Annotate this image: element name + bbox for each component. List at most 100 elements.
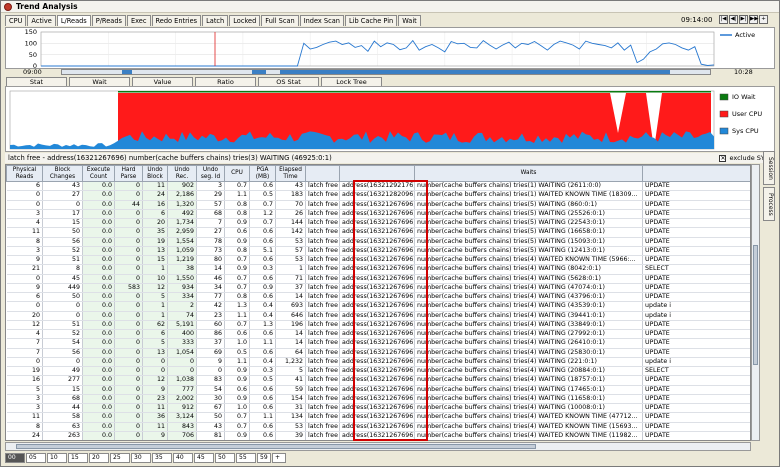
table-row[interactable]: 11 58 0.0 0 36 3,124 50 0.7 1.1 134 latch free addr…: [6, 412, 750, 423]
table-row[interactable]: 0520.002117851.30.54latch freeaddress(16…: [7, 441, 752, 442]
pager-minute-40[interactable]: 40: [173, 453, 193, 463]
column-header-undo-rec-[interactable]: Undo Rec.: [167, 165, 197, 182]
tab-value[interactable]: Value: [132, 77, 193, 86]
table-cell: 16: [6, 375, 43, 386]
table-cell: 11: [142, 422, 168, 432]
pager-minute-55[interactable]: 55: [236, 453, 256, 463]
table-row[interactable]: 11 50 0.0 0 35 2,959 27 0.6 0.6 142 latch free addr…: [6, 227, 750, 238]
column-header-waits[interactable]: Waits: [414, 165, 643, 182]
tab-locked[interactable]: Locked: [229, 15, 261, 26]
pager-minute-10[interactable]: 10: [47, 453, 67, 463]
pager-minute-45[interactable]: 45: [194, 453, 214, 463]
table-row[interactable]: 20 0 0.0 0 1 74 23 1.1 0.4 646 latch free address(1…: [6, 311, 750, 321]
last-button[interactable]: ▶▶: [749, 15, 758, 24]
tab-l-reads[interactable]: L/Reads: [56, 15, 91, 26]
pager-minute-50[interactable]: 50: [215, 453, 235, 463]
column-header-col11[interactable]: [339, 165, 415, 182]
side-tab-process[interactable]: Process: [763, 187, 775, 221]
pager-minute-+[interactable]: +: [272, 453, 286, 463]
next-button[interactable]: ▶|: [739, 15, 748, 24]
pager-minute-25[interactable]: 25: [110, 453, 130, 463]
table-cell: 2,959: [167, 227, 197, 238]
table-row[interactable]: 6 50 0.0 0 5 334 77 0.8 0.6 14 latch free address(1…: [6, 292, 750, 303]
tab-index-scan[interactable]: Index Scan: [299, 15, 344, 26]
column-header-hard-parse[interactable]: Hard Parse: [114, 165, 143, 182]
pager-minute-05[interactable]: 05: [26, 453, 46, 463]
table-row[interactable]: 0 0 0.0 0 0 0 9 1.1 0.4 1,232 latch free address(16…: [6, 357, 750, 368]
table-row[interactable]: 0 45 0.0 0 10 1,550 46 0.7 0.6 71 latch free addres…: [6, 274, 750, 284]
first-button[interactable]: |◀: [719, 15, 728, 24]
tab-p-reads[interactable]: P/Reads: [91, 15, 126, 26]
tab-latch[interactable]: Latch: [202, 15, 229, 26]
table-row[interactable]: 0 0 0.0 44 16 1,320 57 0.8 0.7 70 latch free addres…: [6, 200, 750, 210]
table-cell: 20: [142, 218, 168, 229]
table-row[interactable]: 7 56 0.0 0 13 1,054 69 0.5 0.6 64 latch free addres…: [6, 348, 750, 358]
table-row[interactable]: 19 49 0.0 0 0 0 0 0.9 0.3 5 latch free address(1632…: [6, 366, 750, 377]
pager-minute-00[interactable]: 00: [5, 453, 25, 463]
table-row[interactable]: 7 54 0.0 0 5 333 37 1.0 1.1 14 latch free address(1…: [6, 338, 750, 349]
table-row[interactable]: 0 27 0.0 0 24 2,186 29 1.1 0.5 183 latch free addre…: [6, 190, 750, 201]
table-row[interactable]: 0 0 0.0 0 1 2 42 1.3 0.4 693 latch free address(163…: [6, 301, 750, 312]
table-row[interactable]: 16 277 0.0 0 12 1,038 83 0.9 0.5 41 latch free addr…: [6, 375, 750, 386]
time-range-start-handle[interactable]: [122, 70, 132, 74]
table-row[interactable]: 4 15 0.0 0 20 1,734 7 0.9 0.7 144 latch free addres…: [6, 218, 750, 229]
tab-wait[interactable]: Wait: [398, 15, 421, 26]
exclude-sys-option[interactable]: ✕ exclude SYS: [719, 153, 769, 163]
table-row[interactable]: 9 449 0.0 583 12 934 34 0.7 0.9 37 latch free addre…: [6, 283, 750, 294]
table-row[interactable]: 5 15 0.0 0 9 777 54 0.6 0.6 59 latch free address(1…: [6, 385, 750, 395]
zoom-button[interactable]: +: [759, 15, 768, 24]
exclude-sys-checkbox[interactable]: ✕: [719, 154, 727, 162]
column-header-execute-count[interactable]: Execute Count: [82, 165, 115, 182]
horizontal-scroll-thumb[interactable]: [16, 444, 536, 449]
tab-os-stat[interactable]: OS Stat: [258, 77, 319, 86]
table-row[interactable]: 21 8 0.0 0 1 38 14 0.9 0.3 1 latch free address(163…: [6, 264, 750, 275]
table-row[interactable]: 9 51 0.0 0 15 1,219 80 0.7 0.6 53 latch free addres…: [6, 255, 750, 266]
tab-redo-entries[interactable]: Redo Entries: [151, 15, 202, 26]
tab-ratio[interactable]: Ratio: [195, 77, 256, 86]
table-row[interactable]: 6 43 0.0 0 11 902 3 0.7 0.6 43 latch free address(1…: [6, 181, 750, 192]
side-tab-session[interactable]: Session: [763, 151, 775, 185]
pager-minute-15[interactable]: 15: [68, 453, 88, 463]
tab-lib-cache-pin[interactable]: Lib Cache Pin: [344, 15, 398, 26]
time-range-marker[interactable]: [252, 70, 266, 74]
table-row[interactable]: 8 63 0.0 0 11 843 43 0.7 0.6 53 latch free address(…: [6, 422, 750, 432]
pager-minute-59[interactable]: 59: [257, 453, 271, 463]
table-row[interactable]: 3 68 0.0 0 23 2,002 30 0.9 0.6 154 latch free addre…: [6, 394, 750, 405]
table-row[interactable]: 8 56 0.0 0 19 1,554 78 0.9 0.6 53 latch free addres…: [6, 237, 750, 247]
table-row[interactable]: 3 44 0.0 0 11 912 67 1.0 0.6 31 latch free address(…: [6, 403, 750, 414]
tab-lock-tree[interactable]: Lock Tree: [321, 77, 382, 86]
pager-minute-35[interactable]: 35: [152, 453, 172, 463]
tab-wait[interactable]: Wait: [69, 77, 130, 86]
column-header-block-changes[interactable]: Block Changes: [42, 165, 83, 182]
table-cell: 1,550: [167, 274, 197, 284]
column-header-cpu[interactable]: CPU: [224, 165, 250, 182]
tab-exec[interactable]: Exec: [126, 15, 151, 26]
column-header-undo-block[interactable]: Undo Block: [142, 165, 168, 182]
pager-minute-20[interactable]: 20: [89, 453, 109, 463]
column-header-col10[interactable]: [305, 165, 340, 182]
vertical-scrollbar[interactable]: [751, 164, 760, 441]
vertical-scroll-thumb[interactable]: [753, 245, 758, 365]
table-cell: address(16321267696): [339, 283, 415, 294]
horizontal-scrollbar[interactable]: [5, 442, 751, 451]
table-row[interactable]: 4 52 0.0 0 6 400 86 0.6 0.6 14 latch free address(1…: [6, 329, 750, 340]
column-header-col13[interactable]: [642, 165, 750, 182]
pager-minute-30[interactable]: 30: [131, 453, 151, 463]
column-header-elapsed-time[interactable]: Elapsed Time: [275, 165, 306, 182]
table-cell: 1.3: [225, 441, 250, 442]
tab-active[interactable]: Active: [27, 15, 56, 26]
time-range-selection[interactable]: [280, 70, 670, 74]
tab-stat[interactable]: Stat: [6, 77, 67, 86]
tab-full-scan[interactable]: Full Scan: [261, 15, 299, 26]
prev-button[interactable]: ◀|: [729, 15, 738, 24]
table-row[interactable]: 3 52 0.0 0 13 1,059 73 0.8 5.1 57 latch free addres…: [6, 246, 750, 257]
time-range-bar[interactable]: [61, 69, 711, 75]
column-header-undo-seg-id[interactable]: Undo seg. Id: [196, 165, 225, 182]
column-header-physical-reads[interactable]: Physical Reads: [6, 165, 43, 182]
tab-cpu[interactable]: CPU: [5, 15, 27, 26]
table-row[interactable]: 12 51 0.0 0 62 5,191 60 0.7 1.3 196 latch free addr…: [6, 320, 750, 331]
table-row[interactable]: 3 17 0.0 0 6 492 68 0.8 1.2 26 latch free address(1…: [6, 209, 750, 220]
table-cell: 0.6: [224, 385, 250, 395]
column-header-pga-mb-[interactable]: PGA (MB): [249, 165, 276, 182]
table-row[interactable]: 24 263 0.0 0 9 706 81 0.9 0.6 39 latch free address…: [6, 431, 750, 440]
